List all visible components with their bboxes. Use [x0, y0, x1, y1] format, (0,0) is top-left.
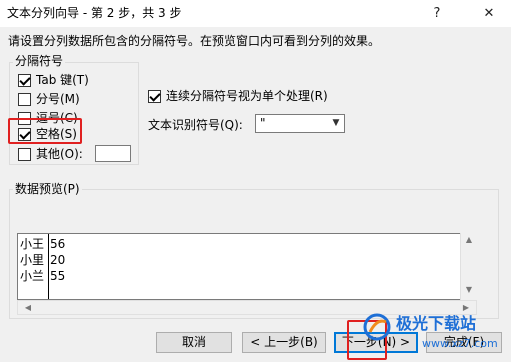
- other-checkbox[interactable]: [18, 147, 31, 161]
- space-highlight-outline: [8, 118, 82, 144]
- back-button[interactable]: < 上一步(B): [242, 332, 326, 353]
- instruction-text: 请设置分列数据所包含的分隔符号。在预览窗口内可看到分列的效果。: [8, 34, 381, 48]
- scroll-left-icon[interactable]: ◀: [20, 301, 36, 314]
- window-title: 文本分列向导 - 第 2 步，共 3 步: [7, 6, 182, 20]
- preview-cell: 55: [50, 269, 66, 283]
- text-qualifier-select[interactable]: " ▼: [255, 114, 345, 133]
- watermark-text: 极光下载站: [396, 314, 477, 333]
- semicolon-checkbox-row[interactable]: 分号(M): [18, 91, 80, 107]
- other-checkbox-label: 其他(O):: [36, 147, 83, 161]
- preview-cell: 小兰: [20, 269, 45, 283]
- semicolon-checkbox-label: 分号(M): [36, 92, 80, 106]
- tab-checkbox-label: Tab 键(T): [36, 73, 89, 87]
- text-qualifier-value: ": [260, 116, 266, 130]
- scroll-up-icon[interactable]: ▲: [461, 235, 477, 244]
- watermark-swirl-icon: [363, 313, 391, 341]
- watermark-logo: 极光下载站 www.xz7.com: [362, 310, 507, 360]
- consecutive-checkbox[interactable]: [148, 89, 161, 103]
- tab-checkbox[interactable]: [18, 73, 31, 87]
- preview-vertical-scrollbar[interactable]: ▲ ▼: [460, 233, 477, 300]
- text-qualifier-label: 文本识别符号(Q):: [148, 118, 243, 132]
- tab-checkbox-row[interactable]: Tab 键(T): [18, 72, 89, 88]
- semicolon-checkbox[interactable]: [18, 92, 31, 106]
- preview-cell: 20: [50, 253, 66, 267]
- cancel-button[interactable]: 取消: [156, 332, 232, 353]
- close-icon[interactable]: ✕: [472, 0, 506, 27]
- watermark-url: www.xz7.com: [422, 337, 498, 350]
- preview-pane[interactable]: 小王 56 小里 20 小兰 55: [17, 233, 477, 300]
- preview-legend: 数据预览(P): [13, 182, 82, 196]
- preview-cell: 小里: [20, 253, 45, 267]
- other-delimiter-input[interactable]: [95, 145, 131, 162]
- consecutive-checkbox-row[interactable]: 连续分隔符号视为单个处理(R): [148, 88, 328, 104]
- preview-cell: 小王: [20, 237, 45, 251]
- consecutive-checkbox-label: 连续分隔符号视为单个处理(R): [166, 89, 328, 103]
- preview-cell: 56: [50, 237, 66, 251]
- title-bar: 文本分列向导 - 第 2 步，共 3 步 ? ✕: [0, 0, 511, 27]
- column-break-line: [48, 234, 49, 299]
- chevron-down-icon[interactable]: ▼: [328, 115, 344, 132]
- help-icon[interactable]: ?: [420, 0, 454, 27]
- delimiters-legend: 分隔符号: [13, 54, 66, 68]
- other-checkbox-row[interactable]: 其他(O):: [18, 146, 83, 162]
- scroll-down-icon[interactable]: ▼: [461, 285, 477, 294]
